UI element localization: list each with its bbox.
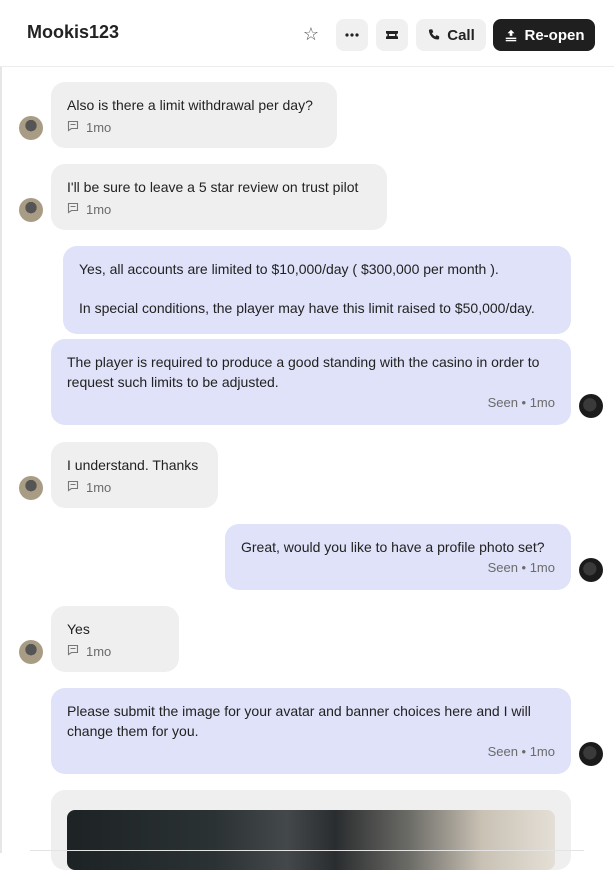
message-bubble: Great, would you like to have a profile … [225,524,571,590]
message-meta: 1mo [67,642,163,662]
reopen-label: Re-open [524,26,585,44]
conversation-header: Mookis123 ☆ Call Re-open [0,0,614,67]
message-status: Seen • 1mo [487,560,555,575]
message-text: I understand. Thanks [67,457,199,473]
composer-divider [30,850,584,851]
comment-icon [67,642,79,662]
message-time: 1mo [86,644,112,659]
message-meta: 1mo [67,478,202,498]
image-attachment-bubble [51,790,571,870]
reopen-button[interactable]: Re-open [493,19,595,51]
message-text: Please submit the image for your avatar … [67,703,531,739]
message-bubble: Yes, all accounts are limited to $10,000… [63,246,571,334]
message-bubble: Yes 1mo [51,606,179,672]
ticket-icon [386,31,398,39]
message-bubble: I understand. Thanks 1mo [51,442,218,508]
message-time: 1mo [86,202,112,217]
message-text: The player is required to produce a good… [67,354,540,390]
agent-avatar [579,394,603,418]
comment-icon [67,200,79,220]
message-meta: 1mo [67,118,321,138]
contact-avatar [19,476,43,500]
star-icon[interactable]: ☆ [299,22,323,46]
message-text: Yes, all accounts are limited to $10,000… [79,261,499,277]
contact-avatar [19,640,43,664]
message-text: In special conditions, the player may ha… [79,300,535,316]
phone-icon [429,29,440,40]
message-status: Seen • 1mo [487,395,555,410]
contact-avatar [19,116,43,140]
call-label: Call [447,26,475,44]
message-status: Seen • 1mo [487,744,555,759]
message-bubble: The player is required to produce a good… [51,339,571,425]
more-options-button[interactable] [336,19,368,51]
message-text: Yes [67,621,90,637]
ticket-button[interactable] [376,19,408,51]
message-bubble: Also is there a limit withdrawal per day… [51,82,337,148]
message-bubble: Please submit the image for your avatar … [51,688,571,774]
comment-icon [67,478,79,498]
message-meta: 1mo [67,200,371,220]
agent-avatar [579,558,603,582]
more-horizontal-icon [345,33,359,37]
contact-avatar [19,198,43,222]
agent-avatar [579,742,603,766]
conversation-title: Mookis123 [27,22,120,42]
panel-edge [0,0,2,853]
reopen-icon [505,29,516,42]
message-text: Also is there a limit withdrawal per day… [67,97,313,113]
call-button[interactable]: Call [416,19,486,51]
message-time: 1mo [86,120,112,135]
comment-icon [67,118,79,138]
message-bubble: I'll be sure to leave a 5 star review on… [51,164,387,230]
message-text: Great, would you like to have a profile … [241,539,545,555]
message-text: I'll be sure to leave a 5 star review on… [67,179,359,195]
attached-photo[interactable] [67,810,555,870]
message-time: 1mo [86,480,112,495]
